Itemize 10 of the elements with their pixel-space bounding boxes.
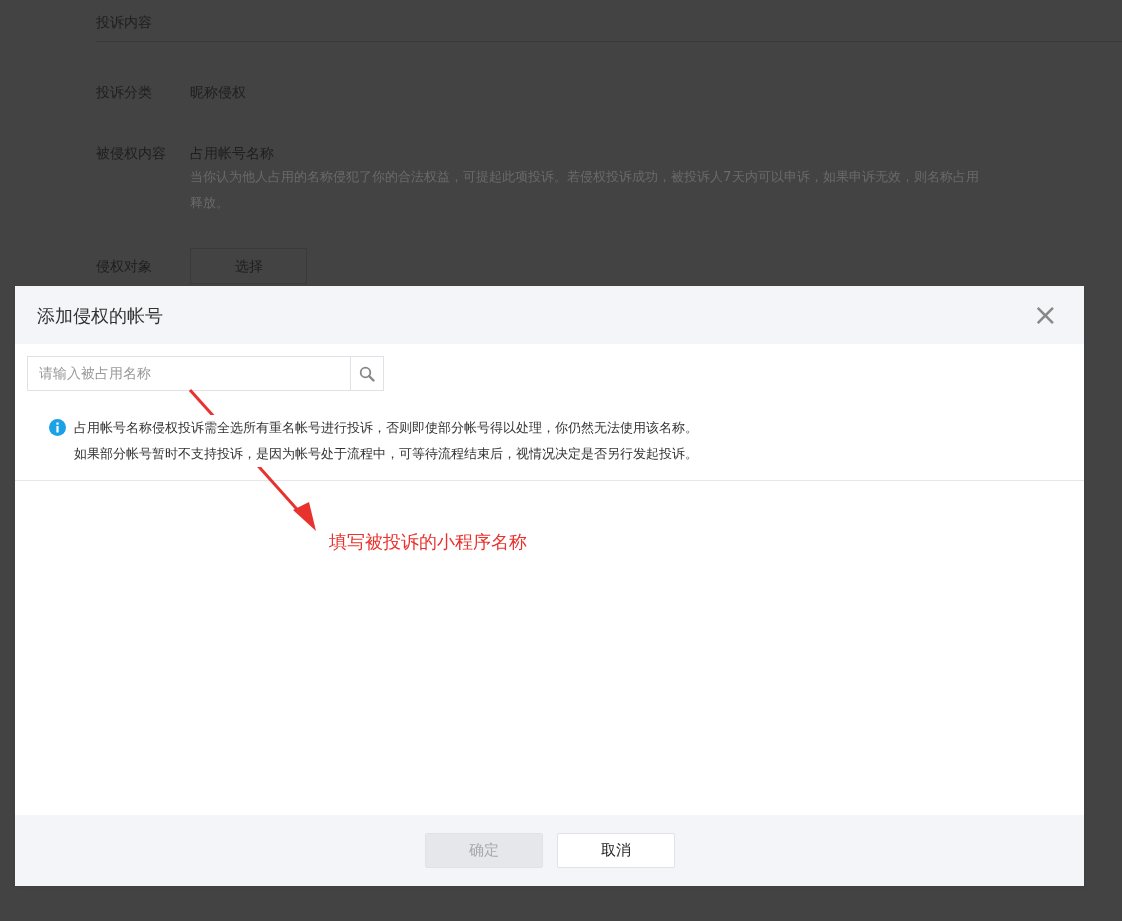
search-button[interactable] <box>350 356 384 391</box>
notice-text: 如果部分帐号暂时不支持投诉，是因为帐号处于流程中，可等待流程结束后，视情况决定是否另行发起投诉。 <box>74 445 698 463</box>
dialog-title: 添加侵权的帐号 <box>37 303 163 328</box>
close-button[interactable]: × <box>1028 300 1062 330</box>
search-field[interactable]: 请输入被占用名称 <box>27 356 350 391</box>
notice-text: 占用帐号名称侵权投诉需全选所有重名帐号进行投诉，否则即使部分帐号得以处理，你仍然无法使用该名称。 <box>74 419 698 437</box>
search-icon <box>359 365 375 382</box>
info-icon <box>49 419 66 436</box>
cancel-button[interactable]: 取消 <box>556 833 675 868</box>
annotation-text: 填写被投诉的小程序名称 <box>329 530 527 554</box>
